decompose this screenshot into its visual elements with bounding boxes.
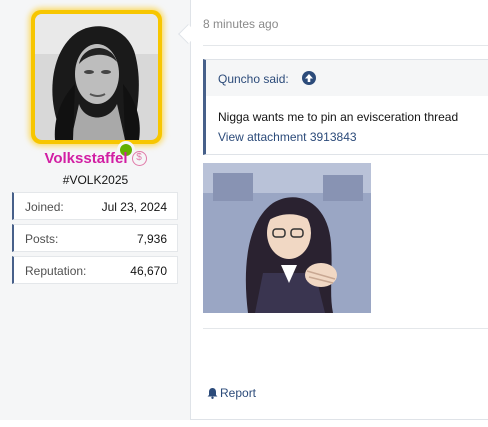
stat-reputation: Reputation: 46,670	[12, 256, 178, 284]
stat-joined: Joined: Jul 23, 2024	[12, 192, 178, 220]
post-timestamp[interactable]: 8 minutes ago	[203, 17, 278, 31]
report-label[interactable]: Report	[220, 386, 256, 400]
view-attachment-link[interactable]: View attachment 3913843	[218, 130, 357, 144]
quote-text: Nigga wants me to pin an evisceration th…	[218, 110, 459, 124]
stat-value: 46,670	[130, 264, 167, 278]
stat-posts: Posts: 7,936	[12, 224, 178, 252]
avatar[interactable]	[35, 14, 158, 140]
divider	[203, 328, 488, 329]
user-title: #VOLK2025	[62, 173, 129, 187]
stat-label: Reputation:	[25, 264, 87, 278]
message-post: Volksstaffel $ #VOLK2025 Joined: Jul 23, …	[0, 0, 488, 420]
stat-value: Jul 23, 2024	[101, 200, 167, 214]
message-main: 8 minutes ago Quncho said: Nigga wants m…	[192, 0, 488, 420]
user-info-column: Volksstaffel $ #VOLK2025 Joined: Jul 23, …	[0, 0, 191, 420]
username-row: Volksstaffel $	[0, 150, 191, 170]
username-link[interactable]: Volksstaffel	[44, 150, 127, 167]
quote-author-link[interactable]: Quncho said:	[218, 72, 289, 86]
divider	[203, 45, 488, 46]
stat-label: Joined:	[25, 200, 64, 214]
quote-block: Quncho said: Nigga wants me to pin an ev…	[203, 59, 488, 155]
stat-label: Posts:	[25, 232, 59, 246]
avatar-frame	[31, 10, 162, 159]
arrow-up-circle-icon[interactable]	[302, 71, 316, 85]
dollar-badge-icon: $	[131, 151, 147, 166]
attached-image[interactable]	[203, 163, 371, 313]
quote-header: Quncho said:	[206, 60, 488, 96]
report-button[interactable]: Report	[207, 386, 256, 402]
bell-icon	[207, 387, 218, 402]
stat-value: 7,936	[136, 232, 167, 246]
